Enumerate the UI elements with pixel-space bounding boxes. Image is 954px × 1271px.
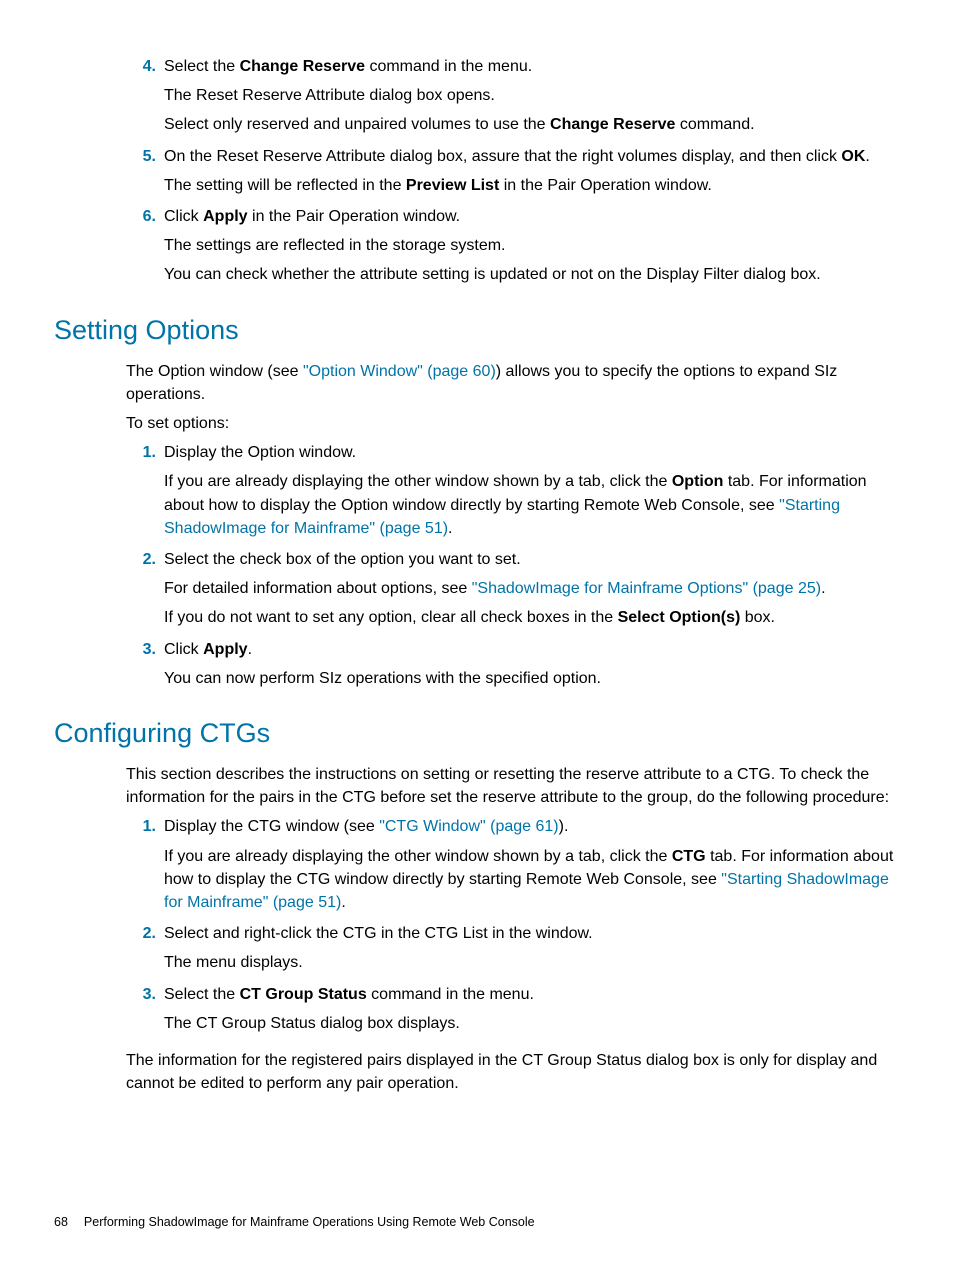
bold-text: Change Reserve [550,116,675,133]
bold-text: Option [672,473,724,490]
step-number: 1. [126,815,156,838]
step-text: Click Apply in the Pair Operation window… [164,205,900,228]
paragraph: This section describes the instructions … [126,763,900,809]
heading-configuring-ctgs: Configuring CTGs [54,714,900,753]
step-text: The menu displays. [164,951,900,974]
paragraph: The information for the registered pairs… [126,1049,900,1095]
step-text: You can now perform SIz operations with … [164,667,900,690]
ctg-step-2: 2. Select and right-click the CTG in the… [126,922,900,974]
ctg-step-1: 1. Display the CTG window (see "CTG Wind… [126,815,900,914]
bold-text: OK [841,148,865,165]
step-number: 4. [126,55,156,78]
paragraph: To set options: [126,412,900,435]
bold-text: Preview List [406,177,499,194]
setting-step-1: 1. Display the Option window. If you are… [126,441,900,540]
step-text: Select the check box of the option you w… [164,548,900,571]
step-5: 5. On the Reset Reserve Attribute dialog… [126,145,900,197]
step-number: 1. [126,441,156,464]
step-text: For detailed information about options, … [164,577,900,600]
step-text: The setting will be reflected in the Pre… [164,174,900,197]
ctg-step-3: 3. Select the CT Group Status command in… [126,983,900,1035]
link-option-window[interactable]: "Option Window" (page 60) [303,363,496,380]
step-number: 3. [126,983,156,1006]
bold-text: CT Group Status [240,986,367,1003]
page-footer: 68 Performing ShadowImage for Mainframe O… [54,1213,535,1231]
step-text: Display the Option window. [164,441,900,464]
step-text: If you are already displaying the other … [164,845,900,915]
step-text: Select and right-click the CTG in the CT… [164,922,900,945]
bold-text: CTG [672,848,706,865]
step-text: Select only reserved and unpaired volume… [164,113,900,136]
step-number: 6. [126,205,156,228]
step-number: 3. [126,638,156,661]
step-text: The settings are reflected in the storag… [164,234,900,257]
bold-text: Apply [203,641,247,658]
step-text: If you do not want to set any option, cl… [164,606,900,629]
step-number: 5. [126,145,156,168]
heading-setting-options: Setting Options [54,311,900,350]
step-text: If you are already displaying the other … [164,470,900,540]
step-4: 4. Select the Change Reserve command in … [126,55,900,137]
bold-text: Change Reserve [240,58,365,75]
setting-step-3: 3. Click Apply. You can now perform SIz … [126,638,900,690]
link-shadowimage-options[interactable]: "ShadowImage for Mainframe Options" (pag… [472,580,821,597]
step-text: The Reset Reserve Attribute dialog box o… [164,84,900,107]
step-text: Select the Change Reserve command in the… [164,55,900,78]
bold-text: Select Option(s) [618,609,741,626]
step-text: On the Reset Reserve Attribute dialog bo… [164,145,900,168]
step-text: Select the CT Group Status command in th… [164,983,900,1006]
step-6: 6. Click Apply in the Pair Operation win… [126,205,900,287]
paragraph: The Option window (see "Option Window" (… [126,360,900,406]
step-text: The CT Group Status dialog box displays. [164,1012,900,1035]
footer-title: Performing ShadowImage for Mainframe Ope… [84,1215,535,1229]
bold-text: Apply [203,208,247,225]
step-text: You can check whether the attribute sett… [164,263,900,286]
step-number: 2. [126,922,156,945]
setting-step-2: 2. Select the check box of the option yo… [126,548,900,630]
page-number: 68 [54,1215,68,1229]
step-number: 2. [126,548,156,571]
step-text: Click Apply. [164,638,900,661]
step-text: Display the CTG window (see "CTG Window"… [164,815,900,838]
page-content: 4. Select the Change Reserve command in … [126,55,900,1095]
link-ctg-window[interactable]: "CTG Window" (page 61) [379,818,558,835]
